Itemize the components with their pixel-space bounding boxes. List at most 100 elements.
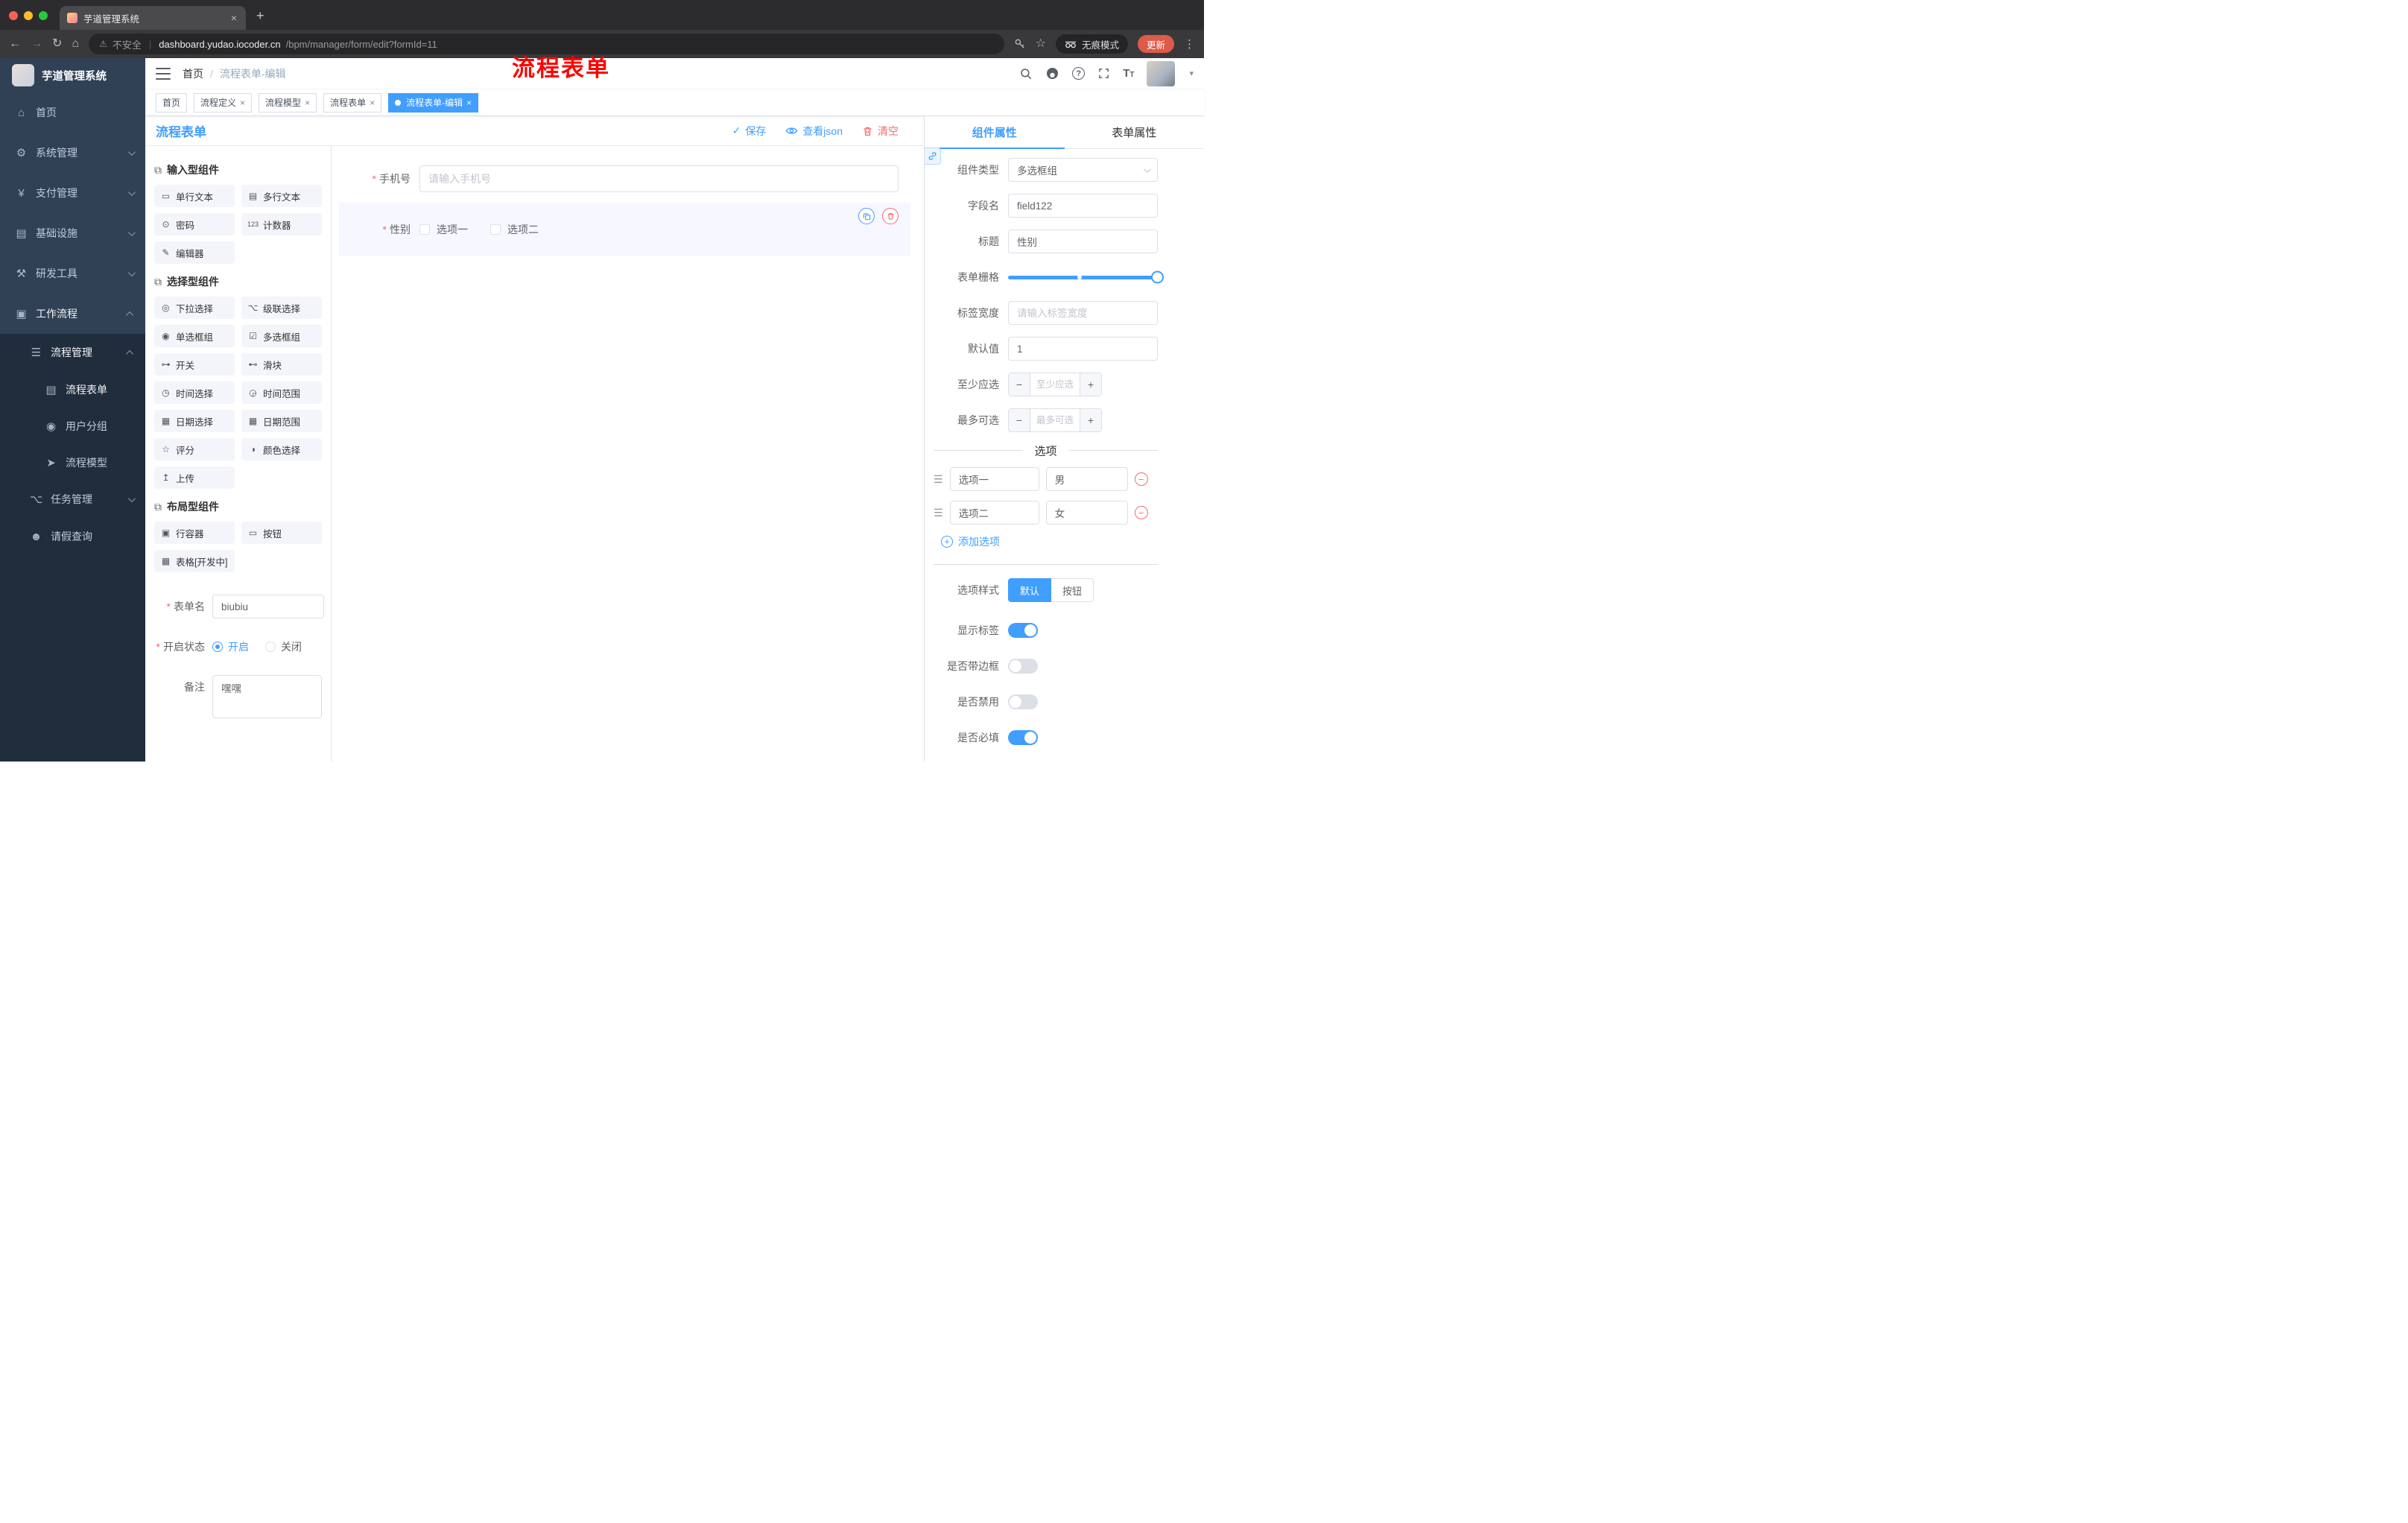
sidebar-item-workflow[interactable]: ▣ 工作流程: [0, 294, 145, 334]
update-button[interactable]: 更新: [1137, 35, 1174, 53]
minus-icon[interactable]: −: [1009, 373, 1030, 396]
component-time-picker[interactable]: ◷ 时间选择: [154, 381, 235, 404]
tab-form-props[interactable]: 表单属性: [1065, 116, 1205, 148]
delete-field-button[interactable]: [882, 208, 899, 224]
plus-icon[interactable]: +: [1080, 373, 1101, 396]
add-option-button[interactable]: + 添加选项: [941, 534, 1158, 549]
password-key-icon[interactable]: [1014, 38, 1026, 50]
component-rate[interactable]: ☆ 评分: [154, 438, 235, 460]
forward-icon[interactable]: →: [31, 38, 42, 50]
window-close-button[interactable]: [9, 11, 18, 20]
tab-process-definition[interactable]: 流程定义 ×: [194, 92, 253, 113]
component-select[interactable]: ◎ 下拉选择: [154, 297, 235, 319]
canvas-field-phone[interactable]: 手机号: [339, 162, 910, 195]
browser-tab[interactable]: 芋道管理系统 ×: [60, 6, 246, 30]
component-slider[interactable]: ⊷ 滑块: [241, 353, 322, 376]
component-upload[interactable]: ↥ 上传: [154, 466, 235, 489]
save-button[interactable]: ✓ 保存: [732, 124, 767, 139]
component-counter[interactable]: 123 计数器: [241, 213, 322, 235]
style-default-button[interactable]: 默认: [1008, 578, 1052, 602]
component-table-dev[interactable]: ▦ 表格[开发中]: [154, 550, 235, 572]
component-type-select[interactable]: 多选框组: [1008, 158, 1158, 182]
component-time-range[interactable]: ◶ 时间范围: [241, 381, 322, 404]
canvas-field-gender[interactable]: 性别 选项一 选项二: [339, 203, 910, 256]
default-value-input[interactable]: [1008, 337, 1158, 361]
drag-handle-icon[interactable]: ☰: [934, 473, 943, 486]
view-json-button[interactable]: 查看json: [785, 124, 843, 139]
tab-component-props[interactable]: 组件属性: [925, 116, 1065, 149]
phone-input[interactable]: [419, 165, 899, 192]
search-icon[interactable]: [1019, 67, 1033, 80]
component-switch[interactable]: ⊶ 开关: [154, 353, 235, 376]
app-logo[interactable]: 芋道管理系统: [0, 58, 145, 92]
drag-handle-icon[interactable]: ☰: [934, 507, 943, 519]
sidebar-item-process-management[interactable]: ☰ 流程管理: [0, 334, 145, 371]
tag-close-icon[interactable]: ×: [305, 98, 310, 108]
tag-close-icon[interactable]: ×: [370, 98, 375, 108]
tab-close-icon[interactable]: ×: [229, 12, 238, 24]
show-label-toggle[interactable]: [1008, 623, 1038, 638]
tab-home[interactable]: 首页: [156, 92, 188, 113]
status-off-radio[interactable]: 关闭: [265, 639, 302, 654]
clear-button[interactable]: 清空: [862, 124, 899, 139]
component-multiline-text[interactable]: ▤ 多行文本: [241, 185, 322, 207]
data-binding-link-icon[interactable]: [925, 148, 941, 165]
required-toggle[interactable]: [1008, 730, 1038, 745]
border-toggle[interactable]: [1008, 659, 1038, 674]
option2-value-input[interactable]: [1045, 501, 1128, 525]
component-date-range[interactable]: ▦ 日期范围: [241, 410, 322, 432]
option1-value-input[interactable]: [1045, 467, 1128, 491]
status-on-radio[interactable]: 开启: [212, 639, 249, 654]
option1-label-input[interactable]: [949, 467, 1039, 491]
security-label[interactable]: 不安全: [113, 37, 142, 51]
avatar-caret-icon[interactable]: ▾: [1189, 69, 1194, 78]
max-select-input[interactable]: [1030, 409, 1080, 431]
copy-field-button[interactable]: [858, 208, 875, 224]
remove-option-icon[interactable]: −: [1134, 472, 1148, 486]
window-minimize-button[interactable]: [24, 11, 33, 20]
gender-option2-checkbox[interactable]: 选项二: [490, 222, 539, 237]
sidebar-item-process-form[interactable]: ▤ 流程表单: [0, 371, 145, 408]
component-cascader[interactable]: ⌥ 级联选择: [241, 297, 322, 319]
disabled-toggle[interactable]: [1008, 694, 1038, 709]
form-canvas[interactable]: 手机号: [332, 146, 924, 762]
back-icon[interactable]: ←: [9, 38, 21, 50]
plus-icon[interactable]: +: [1080, 409, 1101, 431]
grid-slider[interactable]: [1008, 265, 1164, 289]
component-single-line-text[interactable]: ▭ 单行文本: [154, 185, 235, 207]
component-date-picker[interactable]: ▦ 日期选择: [154, 410, 235, 432]
form-name-input[interactable]: [212, 595, 324, 618]
sidebar-item-home[interactable]: ⌂ 首页: [0, 92, 145, 133]
component-radio-group[interactable]: ◉ 单选框组: [154, 325, 235, 347]
hamburger-icon[interactable]: [156, 67, 171, 80]
tab-process-model[interactable]: 流程模型 ×: [259, 92, 317, 113]
avatar[interactable]: [1147, 60, 1176, 86]
label-width-input[interactable]: [1008, 301, 1158, 325]
help-icon[interactable]: ?: [1072, 67, 1086, 80]
component-checkbox-group[interactable]: ☑ 多选框组: [241, 325, 322, 347]
new-tab-button[interactable]: +: [256, 8, 264, 24]
browser-menu-icon[interactable]: ⋮: [1184, 37, 1195, 51]
sidebar-item-devtools[interactable]: ⚒ 研发工具: [0, 253, 145, 294]
breadcrumb-home[interactable]: 首页: [183, 66, 203, 81]
component-editor[interactable]: ✎ 编辑器: [154, 241, 235, 264]
sidebar-item-infrastructure[interactable]: ▤ 基础设施: [0, 213, 145, 253]
sidebar-item-payment[interactable]: ¥ 支付管理: [0, 173, 145, 213]
window-zoom-button[interactable]: [39, 11, 48, 20]
github-icon[interactable]: [1045, 66, 1059, 80]
tab-process-form-edit[interactable]: 流程表单-编辑 ×: [388, 92, 479, 113]
component-password[interactable]: ⊙ 密码: [154, 213, 235, 235]
tag-close-icon[interactable]: ×: [466, 98, 472, 108]
component-button[interactable]: ▭ 按钮: [241, 522, 322, 544]
remark-textarea[interactable]: 嘿嘿: [212, 675, 322, 718]
reload-icon[interactable]: ↻: [52, 38, 62, 50]
title-input[interactable]: [1008, 229, 1158, 253]
sidebar-item-leave-query[interactable]: ☻ 请假查询: [0, 518, 145, 555]
option2-label-input[interactable]: [949, 501, 1039, 525]
style-button-button[interactable]: 按钮: [1051, 578, 1094, 602]
gender-option1-checkbox[interactable]: 选项一: [419, 222, 468, 237]
field-name-input[interactable]: [1008, 194, 1158, 218]
sidebar-item-system[interactable]: ⚙ 系统管理: [0, 133, 145, 173]
font-size-icon[interactable]: TT: [1123, 68, 1134, 79]
sidebar-item-task-management[interactable]: ⌥ 任务管理: [0, 481, 145, 518]
